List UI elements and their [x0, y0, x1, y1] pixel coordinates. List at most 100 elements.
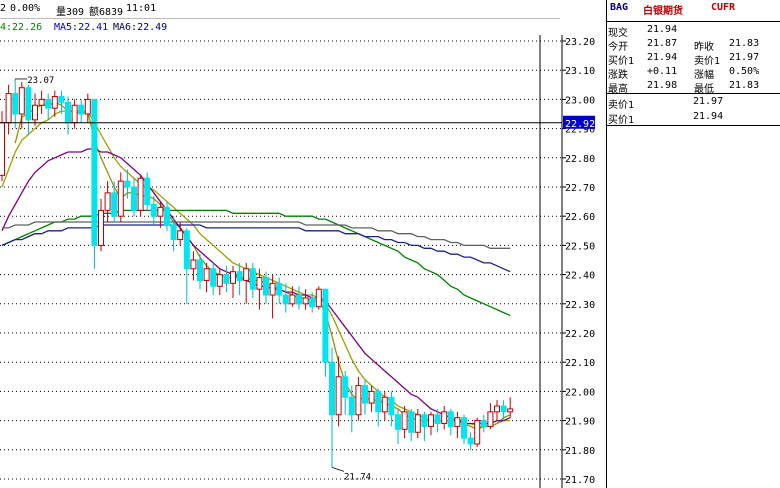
candle-body	[480, 420, 487, 427]
candle-body	[111, 192, 118, 217]
quote-v1: 21.94	[647, 52, 678, 63]
ma-line	[1, 224, 511, 273]
candle-body	[421, 414, 428, 427]
candle-body	[210, 268, 217, 287]
quote-v2: 0.50%	[729, 66, 760, 77]
candle-body	[454, 417, 461, 427]
y-tick-label: 23.10	[565, 66, 595, 77]
candle-body	[388, 396, 395, 416]
candlestick-chart: 23.2023.1023.0022.9022.8022.7022.6022.50…	[0, 35, 595, 488]
candle-body	[302, 297, 309, 305]
candle-body	[342, 376, 349, 398]
order-row: 买价1 21.94	[607, 110, 780, 126]
candle-body	[256, 277, 263, 290]
candle-body	[117, 180, 124, 217]
order-row: 卖价1 21.97	[607, 95, 780, 111]
candle-body	[309, 297, 316, 308]
y-tick-label: 22.10	[565, 358, 595, 369]
candle-body	[507, 408, 514, 413]
header-field: 11:01	[126, 3, 157, 14]
candle-body	[5, 93, 12, 124]
header-field: 0.00%	[10, 3, 41, 14]
panel-divider	[607, 93, 780, 94]
candle-body	[447, 411, 454, 427]
candle-body	[487, 411, 494, 427]
info-header: 2 0.00% 量309 额6839 11:01	[0, 0, 560, 19]
candle-body	[45, 98, 52, 109]
price-annotation: 21.74	[344, 472, 371, 482]
quote-v2: 21.83	[729, 38, 760, 49]
y-tick-label: 22.30	[565, 300, 595, 311]
ma-line	[1, 209, 511, 317]
candle-body	[500, 405, 507, 413]
candle-body	[78, 104, 85, 115]
panel-title: BAG 白银期货 CUFR	[607, 2, 780, 20]
y-tick-label: 22.20	[565, 329, 595, 340]
candle-body	[51, 95, 58, 109]
candle-body	[249, 268, 256, 290]
candle-body	[461, 417, 467, 439]
current-price-label: 22.92	[565, 119, 595, 130]
candle-body	[197, 259, 203, 281]
order-value: 21.97	[693, 96, 724, 107]
quote-v1: +0.11	[647, 66, 678, 77]
candle-body	[65, 101, 71, 124]
y-tick-label: 23.00	[565, 95, 595, 106]
candle-body	[104, 192, 111, 211]
quote-row: 最高 21.98 最低 21.83	[607, 79, 780, 95]
candle-body	[216, 274, 223, 287]
candle-body	[474, 420, 481, 445]
candle-body	[289, 294, 296, 305]
contract-name: 白银期货	[643, 6, 683, 17]
candle-body	[434, 414, 441, 425]
candle-body	[183, 230, 190, 270]
header-field: 量309	[56, 7, 85, 18]
header-field: 2	[0, 3, 7, 14]
quote-v2: 21.97	[729, 52, 760, 63]
quote-row: 涨跌 +0.11 涨幅 0.50%	[607, 65, 780, 81]
candle-body	[395, 414, 401, 430]
candle-body	[164, 206, 170, 226]
candle-body	[368, 390, 375, 404]
header-field: 额6839	[89, 7, 124, 18]
y-tick-label: 22.50	[565, 241, 595, 252]
ma-legend-item: MA6:22.49	[113, 22, 168, 33]
candle-body	[315, 288, 322, 308]
candle-body	[263, 277, 269, 296]
candle-body	[124, 180, 131, 188]
y-tick-label: 22.70	[565, 183, 595, 194]
candle-body	[98, 209, 104, 246]
candle-body	[190, 259, 197, 270]
quote-v1: 21.98	[647, 80, 678, 91]
candle-body	[408, 411, 415, 433]
candle-body	[322, 288, 329, 363]
y-tick-label: 22.40	[565, 271, 595, 282]
y-tick-label: 22.60	[565, 212, 595, 223]
y-tick-label: 21.70	[565, 475, 595, 486]
candle-body	[137, 177, 144, 211]
ma-line	[1, 110, 511, 428]
y-tick-label: 22.80	[565, 154, 595, 165]
candle-body	[401, 411, 408, 430]
quote-row: 现交 21.94	[607, 23, 780, 39]
candle-body	[25, 87, 32, 121]
candle-body	[58, 95, 65, 103]
quote-row: 买价1 21.94 卖价1 21.97	[607, 51, 780, 67]
panel-divider	[607, 21, 780, 22]
quote-v1: 21.94	[647, 24, 678, 35]
order-label: 卖价1	[608, 100, 635, 111]
market-code: CUFR	[711, 2, 736, 13]
quote-v1: 21.87	[647, 38, 678, 49]
candle-body	[38, 98, 45, 106]
candle-body	[91, 98, 98, 246]
y-tick-label: 21.90	[565, 417, 595, 428]
candle-body	[230, 271, 236, 284]
candle-body	[144, 177, 151, 206]
contract-code: BAG	[610, 2, 629, 13]
y-tick-label: 22.00	[565, 387, 595, 398]
ma-line	[2, 221, 511, 249]
order-label: 买价1	[608, 115, 635, 126]
ma-line	[14, 101, 511, 431]
order-value: 21.94	[693, 111, 724, 122]
y-tick-label: 21.80	[565, 446, 595, 457]
